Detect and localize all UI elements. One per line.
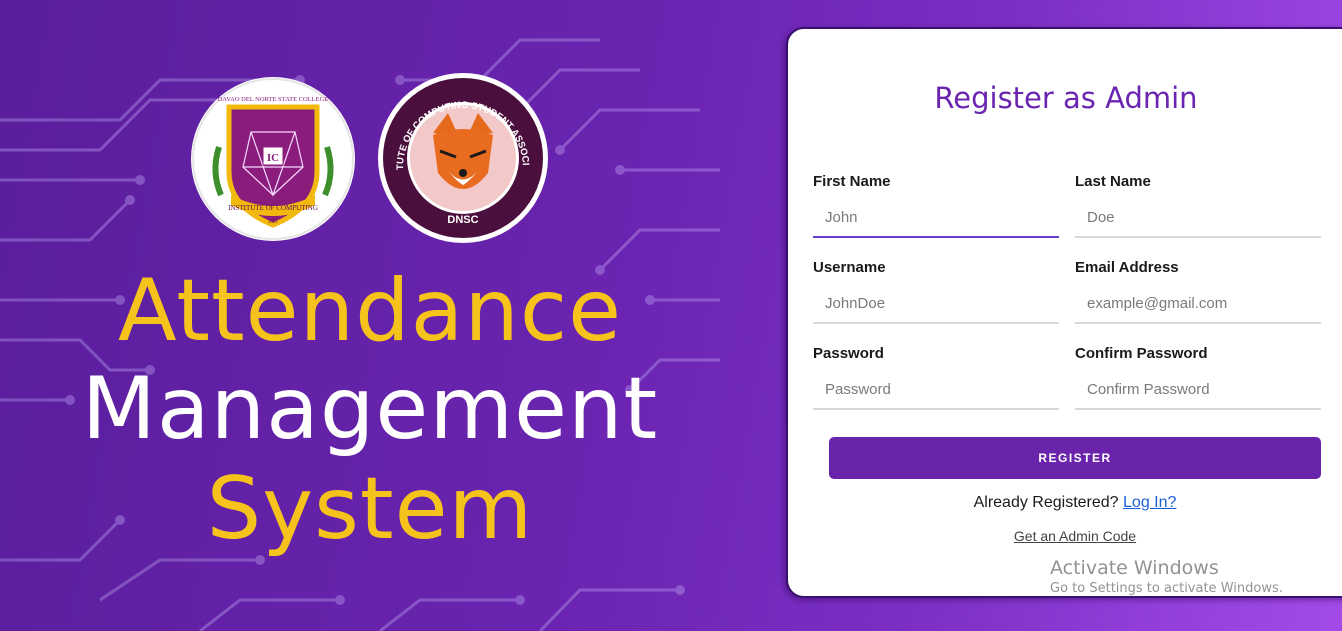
hero-section: IC INSTITUTE OF COMPUTING DAVAO DEL NORT… xyxy=(0,0,740,631)
first-name-label: First Name xyxy=(813,173,891,190)
username-label: Username xyxy=(813,259,886,276)
password-label: Password xyxy=(813,345,884,362)
password-group: Password xyxy=(813,345,1059,410)
svg-text:DAVAO DEL NORTE STATE COLLEGE: DAVAO DEL NORTE STATE COLLEGE xyxy=(218,96,329,103)
username-input[interactable] xyxy=(813,284,1059,324)
email-label: Email Address xyxy=(1075,259,1179,276)
svg-text:DNSC: DNSC xyxy=(447,214,478,226)
login-prompt: Already Registered? Log In? xyxy=(829,494,1321,512)
svg-text:2021: 2021 xyxy=(268,220,279,225)
last-name-label: Last Name xyxy=(1075,173,1151,190)
confirm-password-label: Confirm Password xyxy=(1075,345,1208,362)
title-management: Management xyxy=(81,359,659,459)
first-name-group: First Name xyxy=(813,173,1059,238)
activate-windows-title: Activate Windows xyxy=(1050,557,1219,579)
register-button[interactable]: REGISTER xyxy=(829,437,1321,479)
last-name-group: Last Name xyxy=(1075,173,1321,238)
first-name-input[interactable] xyxy=(813,198,1059,238)
confirm-password-input[interactable] xyxy=(1075,370,1321,410)
title-attendance: Attendance xyxy=(117,261,623,361)
form-title: Register as Admin xyxy=(934,81,1198,115)
username-group: Username xyxy=(813,259,1059,324)
svg-text:INSTITUTE OF COMPUTING: INSTITUTE OF COMPUTING xyxy=(228,204,318,212)
activate-windows-watermark: Activate Windows Go to Settings to activ… xyxy=(1050,557,1283,596)
dnsc-student-association-logo: DNSC INSTITUTE OF COMPUTING STUDENT ASSO… xyxy=(378,73,548,243)
get-admin-code-link[interactable]: Get an Admin Code xyxy=(829,528,1321,544)
email-group: Email Address xyxy=(1075,259,1321,324)
title-system: System xyxy=(206,459,534,559)
svg-text:IC: IC xyxy=(267,152,279,164)
institute-of-computing-logo: IC INSTITUTE OF COMPUTING DAVAO DEL NORT… xyxy=(191,77,355,241)
login-link[interactable]: Log In? xyxy=(1123,494,1176,511)
last-name-input[interactable] xyxy=(1075,198,1321,238)
activate-windows-subtitle: Go to Settings to activate Windows. xyxy=(1050,581,1283,596)
password-input[interactable] xyxy=(813,370,1059,410)
email-input[interactable] xyxy=(1075,284,1321,324)
register-card: Register as Admin First Name Last Name U… xyxy=(786,27,1342,598)
confirm-password-group: Confirm Password xyxy=(1075,345,1321,410)
already-registered-text: Already Registered? xyxy=(973,494,1119,511)
